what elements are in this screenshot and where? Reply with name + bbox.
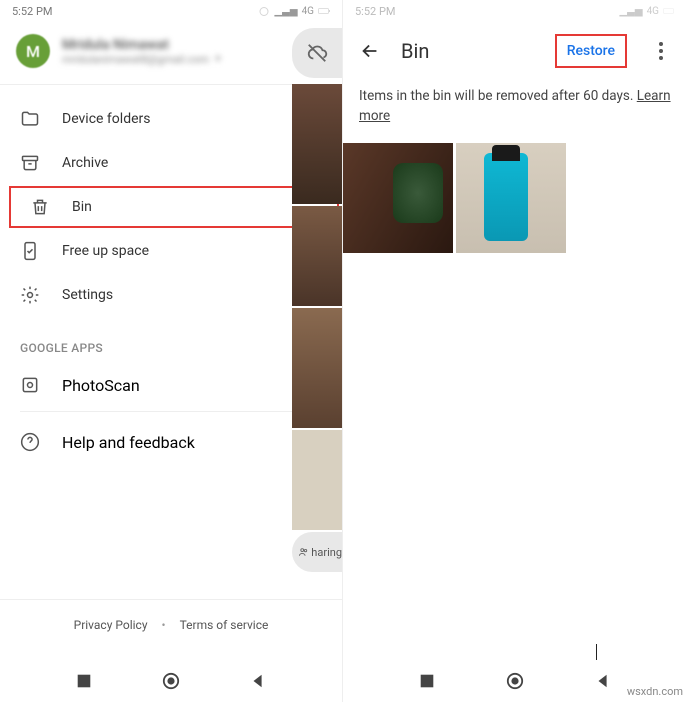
menu-label: PhotoScan <box>62 376 140 395</box>
bin-pane: 5:52 PM ▁▃▅ 4G Bin Restore Items in the … <box>343 0 687 702</box>
bg-thumb <box>292 430 342 530</box>
alarm-icon <box>258 5 270 17</box>
chevron-down-icon[interactable]: ▼ <box>213 54 223 65</box>
bin-photo-thumb[interactable] <box>456 143 566 253</box>
nav-back-icon[interactable] <box>594 672 612 690</box>
menu-label: Settings <box>62 287 113 303</box>
status-icons: ▁▃▅ 4G <box>258 5 330 17</box>
more-menu-button[interactable] <box>651 41 671 61</box>
menu-archive[interactable]: Archive <box>0 141 342 185</box>
sharing-pill: haring <box>292 532 342 572</box>
profile-name: Mridula Nimawat <box>62 37 223 53</box>
menu-help[interactable]: Help and feedback <box>0 412 342 472</box>
nav-home-icon[interactable] <box>506 672 524 690</box>
bin-message: Items in the bin will be removed after 6… <box>343 80 687 143</box>
text-cursor <box>596 644 597 660</box>
menu-bin[interactable]: Bin <box>10 187 338 227</box>
menu-photoscan[interactable]: PhotoScan <box>20 363 322 412</box>
footer-dot: • <box>162 618 166 632</box>
divider <box>0 84 342 85</box>
menu-device-folders[interactable]: Device folders <box>0 97 342 141</box>
privacy-link[interactable]: Privacy Policy <box>74 618 148 632</box>
menu-label: Bin <box>72 199 92 215</box>
cloud-off-pill <box>292 28 342 78</box>
more-dot-icon <box>659 56 663 60</box>
bg-thumb <box>292 84 342 204</box>
phone-check-icon <box>20 241 40 261</box>
menu-label: Archive <box>62 155 108 171</box>
more-dot-icon <box>659 42 663 46</box>
drawer-pane: 5:52 PM ▁▃▅ 4G M Mridula Nimawat mridula… <box>0 0 343 702</box>
nav-back-icon[interactable] <box>249 672 267 690</box>
help-icon <box>20 432 40 452</box>
bg-thumb <box>292 308 342 428</box>
nav-home-icon[interactable] <box>162 672 180 690</box>
section-google-apps: GOOGLE APPS <box>0 325 342 363</box>
menu-settings[interactable]: Settings <box>0 273 342 317</box>
bin-photo-thumb[interactable] <box>343 143 453 253</box>
nav-recent-icon[interactable] <box>75 672 93 690</box>
bin-title: Bin <box>401 39 537 63</box>
gear-icon <box>20 285 40 305</box>
network-label: 4G <box>647 6 659 17</box>
more-dot-icon <box>659 49 663 53</box>
menu-label: Help and feedback <box>62 433 195 452</box>
menu-free-up[interactable]: Free up space <box>0 229 342 273</box>
status-bar-right: 5:52 PM ▁▃▅ 4G <box>343 0 687 22</box>
nav-bar-left <box>0 660 342 702</box>
trash-icon <box>30 197 50 217</box>
back-arrow-icon[interactable] <box>359 40 381 62</box>
restore-button[interactable]: Restore <box>557 36 625 66</box>
status-time: 5:52 PM <box>355 5 395 18</box>
avatar: M <box>16 34 50 68</box>
photoscan-icon <box>20 375 40 395</box>
signal-icon: ▁▃▅ <box>619 6 642 17</box>
battery-icon <box>318 5 330 17</box>
bin-header: Bin Restore <box>343 22 687 80</box>
menu-list: Device folders Archive Bin Free up space… <box>0 89 342 325</box>
archive-icon <box>20 153 40 173</box>
watermark: wsxdn.com <box>627 685 683 698</box>
terms-link[interactable]: Terms of service <box>180 618 269 632</box>
nav-recent-icon[interactable] <box>418 672 436 690</box>
signal-icon: ▁▃▅ <box>274 6 297 17</box>
menu-label: Device folders <box>62 111 150 127</box>
bin-grid <box>343 143 687 253</box>
profile-text: Mridula Nimawat mridulanimawat8@gmail.co… <box>62 37 223 66</box>
status-time: 5:52 PM <box>12 5 52 18</box>
network-label: 4G <box>302 6 314 17</box>
background-photos-strip: haring <box>292 22 342 660</box>
cloud-off-icon <box>306 42 328 64</box>
bg-thumb <box>292 206 342 306</box>
people-icon <box>298 545 309 559</box>
status-bar-left: 5:52 PM ▁▃▅ 4G <box>0 0 342 22</box>
status-icons: ▁▃▅ 4G <box>619 5 675 17</box>
profile-row[interactable]: M Mridula Nimawat mridulanimawat8@gmail.… <box>0 22 342 80</box>
menu-label: Free up space <box>62 243 149 259</box>
folder-icon <box>20 109 40 129</box>
battery-icon <box>663 5 675 17</box>
footer-links: Privacy Policy • Terms of service <box>0 599 342 650</box>
profile-email: mridulanimawat8@gmail.com ▼ <box>62 53 223 66</box>
